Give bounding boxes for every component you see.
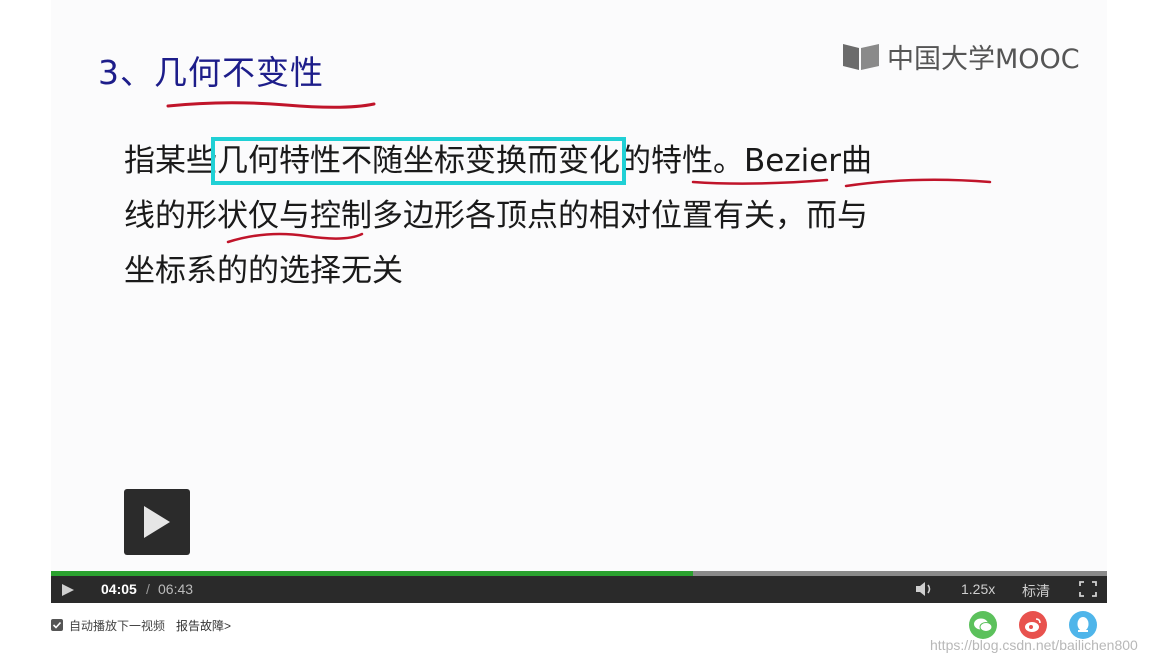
play-button[interactable]: [124, 489, 190, 555]
highlighted-phrase: 几何特性不随坐标变换而变化: [211, 137, 626, 185]
play-icon: [144, 506, 170, 538]
video-control-bar: 04:05 / 06:43 1.25x 标清: [51, 576, 1107, 603]
underline-mark-characteristic: [691, 178, 829, 185]
total-time: 06:43: [158, 581, 194, 597]
body-line-1-prefix: 指某些: [124, 143, 217, 179]
qq-icon: [1077, 617, 1089, 632]
weibo-icon: [1025, 618, 1041, 632]
fullscreen-icon[interactable]: [1079, 581, 1097, 597]
share-wechat-button[interactable]: [969, 611, 997, 639]
autoplay-label[interactable]: 自动播放下一视频: [69, 617, 165, 634]
current-time: 04:05: [101, 581, 137, 597]
report-issue-link[interactable]: 报告故障>: [176, 617, 231, 634]
below-player-bar: 自动播放下一视频 报告故障>: [51, 615, 231, 635]
title-underline-mark: [166, 101, 376, 109]
video-frame[interactable]: 3、几何不变性 中国大学MOOC 指某些几何特性不随坐标变换而变化的特性。Bez…: [51, 0, 1107, 571]
autoplay-checkbox[interactable]: [51, 619, 63, 631]
play-icon[interactable]: [61, 583, 75, 597]
share-weibo-button[interactable]: [1019, 611, 1047, 639]
volume-icon[interactable]: [915, 581, 935, 597]
underline-mark-bezier: [844, 178, 992, 188]
book-icon: [843, 44, 879, 70]
checkmark-icon: [52, 621, 62, 629]
body-line-1-suffix: 的特性。Bezier曲: [620, 143, 873, 179]
speed-button[interactable]: 1.25x: [961, 581, 995, 597]
body-line-3: 坐标系的的选择无关: [124, 253, 403, 289]
slide-body: 指某些几何特性不随坐标变换而变化的特性。Bezier曲 线的形状仅与控制多边形各…: [124, 134, 1004, 299]
mooc-logo: 中国大学MOOC: [841, 38, 1080, 75]
share-qq-button[interactable]: [1069, 611, 1097, 639]
logo-text: 中国大学MOOC: [887, 43, 1080, 75]
time-separator: /: [146, 581, 150, 597]
underline-mark-shape: [226, 232, 364, 244]
slide-title: 3、几何不变性: [98, 53, 324, 92]
watermark: https://blog.csdn.net/bailichen800: [930, 637, 1138, 653]
wechat-icon: [974, 618, 993, 632]
quality-button[interactable]: 标清: [1022, 581, 1050, 601]
